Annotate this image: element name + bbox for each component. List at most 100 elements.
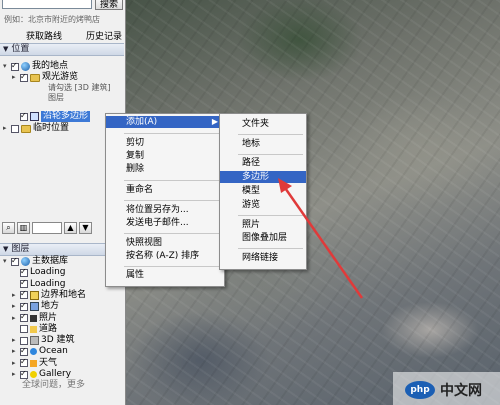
menu-item-rename[interactable]: 重命名 (106, 184, 224, 196)
places-icon (30, 302, 39, 312)
globe-icon (21, 257, 30, 266)
submenu-item-path[interactable]: 路径 (220, 157, 306, 169)
folder-icon (30, 73, 40, 82)
search-hint: 例如：北京市附近的烤鸭店 (4, 15, 100, 24)
gallery-icon (30, 371, 37, 378)
layer-checkbox[interactable] (20, 345, 28, 356)
menu-item-copy[interactable]: 复制 (106, 150, 224, 162)
menu-item-properties[interactable]: 属性 (106, 269, 224, 281)
folder-icon (21, 124, 31, 133)
menu-separator (124, 133, 221, 134)
layer-checkbox[interactable] (20, 336, 28, 345)
layer-label: 主数据库 (32, 256, 69, 266)
layer-checkbox[interactable] (20, 356, 28, 368)
search-button[interactable]: 搜索 (95, 0, 123, 10)
my-places-label: 我的地点 (32, 61, 69, 71)
collapse-icon: ▼ (3, 245, 9, 253)
layer-checkbox[interactable] (20, 277, 28, 289)
layer-label: Ocean (39, 346, 68, 357)
submenu-item-network-link[interactable]: 网络链接 (220, 252, 306, 264)
watermark-logo: php (405, 381, 435, 399)
layer-label: 边界和地名 (41, 289, 87, 300)
expand-icon[interactable]: ▸ (12, 335, 19, 346)
my-places-checkbox[interactable] (11, 60, 19, 71)
expand-icon[interactable]: ▸ (12, 72, 19, 83)
expand-icon[interactable]: ▾ (3, 256, 10, 267)
submenu-item-polygon[interactable]: 多边形 (220, 171, 306, 183)
layer-item[interactable]: ▸ Gallery (12, 368, 72, 380)
expand-icon[interactable]: ▸ (12, 313, 19, 324)
menu-item-sort[interactable]: 按名称 (A-Z) 排序 (106, 250, 224, 262)
tree-item-temporary[interactable]: ▸ 临时位置 (3, 123, 69, 134)
menu-separator (124, 200, 221, 201)
layer-item[interactable]: ▾ 主数据库 (3, 255, 69, 267)
submenu-item-photo[interactable]: 照片 (220, 219, 306, 231)
layer-checkbox[interactable] (11, 255, 19, 266)
menu-separator (124, 266, 221, 267)
menu-separator (238, 154, 303, 155)
roads-icon (30, 325, 37, 333)
menu-item-cut[interactable]: 剪切 (106, 137, 224, 149)
layer-label: 天气 (39, 357, 58, 368)
submenu-item-image-overlay[interactable]: 图像叠加层 (220, 232, 306, 244)
expand-icon[interactable]: ▸ (12, 301, 19, 312)
layers-header-label: 图层 (11, 244, 30, 254)
search-input[interactable] (2, 0, 92, 9)
collapse-icon: ▼ (3, 45, 9, 53)
places-panel-header[interactable]: ▼ 位置 (0, 43, 124, 56)
move-down-icon[interactable]: ▼ (79, 222, 92, 234)
layer-label: 照片 (39, 312, 58, 323)
expand-icon[interactable]: ▸ (12, 346, 19, 357)
expand-icon[interactable]: ▸ (3, 123, 10, 134)
toolbar-field[interactable] (32, 222, 62, 234)
layer-checkbox[interactable] (20, 266, 28, 277)
submenu-item-folder[interactable]: 文件夹 (220, 118, 306, 130)
tree-item-sightseeing[interactable]: ▸ 观光游览 (12, 71, 78, 83)
menu-separator (238, 134, 303, 135)
layer-checkbox[interactable] (20, 311, 28, 322)
layer-checkbox[interactable] (20, 288, 28, 300)
search-row: 搜索 (2, 0, 123, 12)
menu-item-save-as[interactable]: 将位置另存为... (106, 204, 224, 216)
context-menu: 添加(A) ▶ 剪切 复制 删除 重命名 将位置另存为... 发送电子邮件...… (105, 113, 225, 287)
tree-item-my-places[interactable]: ▾ 我的地点 (3, 60, 69, 72)
menu-separator (124, 233, 221, 234)
temporary-label: 临时位置 (33, 123, 70, 133)
submenu-item-model[interactable]: 模型 (220, 185, 306, 197)
polygon-checkbox[interactable] (20, 110, 28, 121)
search-icon[interactable]: ⌕ (2, 222, 15, 234)
submenu-item-tour[interactable]: 游览 (220, 199, 306, 211)
layer-item-partial[interactable]: 全球问题，更多 (22, 380, 85, 391)
layer-item[interactable]: ▸ 天气 (12, 356, 58, 369)
expand-icon[interactable]: ▾ (3, 61, 10, 72)
menu-item-email[interactable]: 发送电子邮件... (106, 217, 224, 229)
sightseeing-description: 请勾选 [3D 建筑] 图层 (48, 83, 111, 102)
layer-item[interactable]: ▸ 照片 (12, 311, 58, 324)
sightseeing-checkbox[interactable] (20, 71, 28, 82)
submenu-item-placemark[interactable]: 地标 (220, 138, 306, 150)
menu-item-delete[interactable]: 删除 (106, 163, 224, 175)
add-submenu: 文件夹 地标 路径 多边形 模型 游览 照片 图像叠加层 网络链接 (219, 113, 307, 270)
search-links: 获取路线 历史记录 (26, 29, 122, 42)
history-link[interactable]: 历史记录 (86, 29, 122, 42)
expand-icon[interactable]: ▸ (12, 358, 19, 369)
menu-item-add[interactable]: 添加(A) ▶ (106, 116, 224, 128)
layer-checkbox[interactable] (20, 368, 28, 379)
layer-label: Gallery (39, 369, 72, 379)
layer-checkbox[interactable] (20, 325, 28, 334)
tree-item-polygon[interactable]: 沿轮多边形 (12, 110, 91, 122)
panel-toggle-icon[interactable]: ▥ (17, 222, 30, 234)
submenu-arrow-icon: ▶ (211, 117, 218, 126)
weather-icon (30, 359, 37, 367)
layer-item[interactable]: 道路 (12, 324, 57, 335)
move-up-icon[interactable]: ▲ (64, 222, 77, 234)
get-directions-link[interactable]: 获取路线 (26, 29, 62, 42)
expand-icon[interactable]: ▸ (12, 290, 19, 301)
layer-checkbox[interactable] (20, 300, 28, 311)
menu-item-snapshot[interactable]: 快照视图 (106, 237, 224, 249)
expand-icon[interactable]: ▸ (12, 369, 19, 380)
layer-label: 3D 建筑 (41, 335, 75, 346)
menu-item-add-label: 添加(A) (126, 117, 158, 127)
layer-label: 道路 (39, 323, 58, 334)
temporary-checkbox[interactable] (11, 124, 19, 133)
